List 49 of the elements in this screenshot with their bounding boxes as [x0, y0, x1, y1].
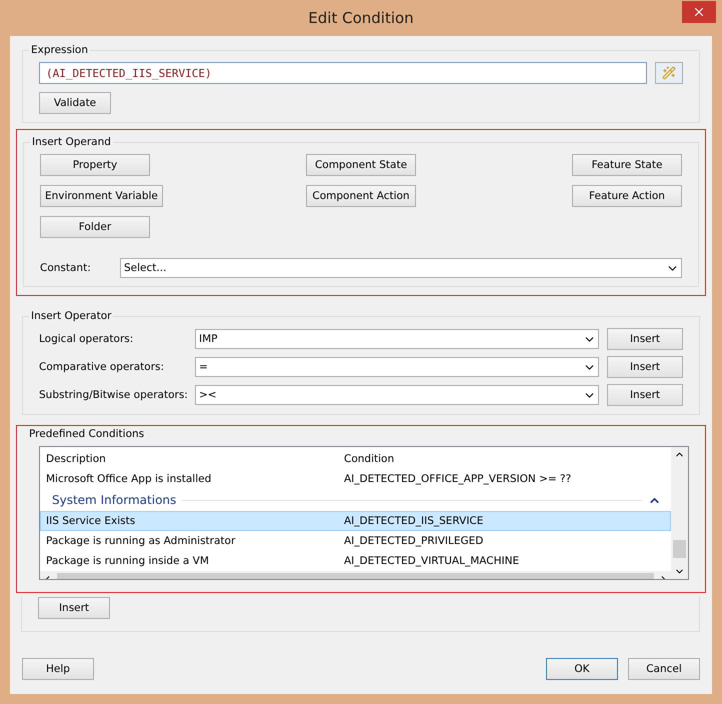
operand-button[interactable]: Property — [40, 154, 150, 176]
dialog-button[interactable]: OK — [546, 658, 618, 680]
operand-button[interactable]: Environment Variable — [40, 185, 163, 207]
table-cell-text: Package is running as Administrator — [45, 535, 236, 547]
operand-button[interactable]: Feature Action — [572, 185, 682, 207]
insert-button[interactable]: Insert — [38, 597, 110, 619]
field-label: Comparative operators: — [39, 361, 166, 373]
expression-field[interactable]: (AI_DETECTED_IIS_SERVICE) — [39, 62, 647, 84]
window-title: Edit Condition — [308, 9, 414, 27]
group-label: Insert Operand — [31, 136, 112, 148]
operand-button[interactable]: Component State — [306, 154, 416, 176]
table-cell-text: AI_DETECTED_IIS_SERVICE — [343, 515, 484, 527]
field-label: Substring/Bitwise operators: — [39, 389, 187, 401]
table-row[interactable]: Microsoft Office App is installed AI_DETECTED_OFFICE_APP_VERSION >= ?? — [40, 469, 671, 489]
field-label: Constant: — [40, 262, 92, 274]
table-cell-text: IIS Service Exists — [45, 515, 136, 527]
insert-button[interactable]: Insert — [607, 328, 683, 350]
wand-button[interactable] — [655, 62, 683, 84]
insert-button[interactable]: Insert — [607, 384, 683, 406]
operand-button[interactable]: Component Action — [306, 185, 416, 207]
operator-dropdown[interactable]: IMP — [195, 329, 599, 349]
dialog-button[interactable]: Cancel — [628, 658, 700, 680]
operator-dropdown[interactable]: = — [195, 357, 599, 377]
insert-button[interactable]: Insert — [607, 356, 683, 378]
table-row[interactable]: Package is running inside a VM AI_DETECTED_VIRTUAL_MACHINE — [40, 551, 671, 571]
constant-dropdown[interactable]: Select... — [120, 258, 682, 278]
close-button[interactable] — [682, 1, 716, 23]
dialog-button[interactable]: Help — [22, 658, 94, 680]
vertical-scrollbar[interactable] — [671, 447, 688, 579]
table-row[interactable]: Package is running as Administrator AI_DETECTED_PRIVILEGED — [40, 531, 671, 551]
validate-button[interactable]: Validate — [39, 92, 111, 114]
operator-dropdown[interactable]: >< — [195, 385, 599, 405]
table-cell-text: AI_DETECTED_PRIVILEGED — [343, 535, 484, 547]
group-label: Predefined Conditions — [28, 428, 146, 440]
operand-button[interactable]: Folder — [40, 216, 150, 238]
column-header[interactable]: Description — [41, 453, 339, 465]
column-header[interactable]: Condition — [339, 453, 670, 465]
operand-button[interactable]: Feature State — [572, 154, 682, 176]
group-title: System Informations — [52, 493, 176, 507]
field-label: Logical operators: — [39, 333, 134, 345]
table-row[interactable]: IIS Service Exists AI_DETECTED_IIS_SERVICE — [40, 511, 671, 531]
table-cell-text: Package is running inside a VM — [45, 555, 210, 567]
group-label: Insert Operator — [30, 310, 112, 322]
table-cell-text: AI_DETECTED_VIRTUAL_MACHINE — [343, 555, 520, 567]
table-cell-text: Microsoft Office App is installed — [45, 473, 212, 485]
group-label: Expression — [30, 44, 89, 56]
wand-icon — [662, 66, 676, 80]
close-icon — [692, 5, 706, 19]
table-cell-text: AI_DETECTED_OFFICE_APP_VERSION >= ?? — [343, 473, 572, 485]
